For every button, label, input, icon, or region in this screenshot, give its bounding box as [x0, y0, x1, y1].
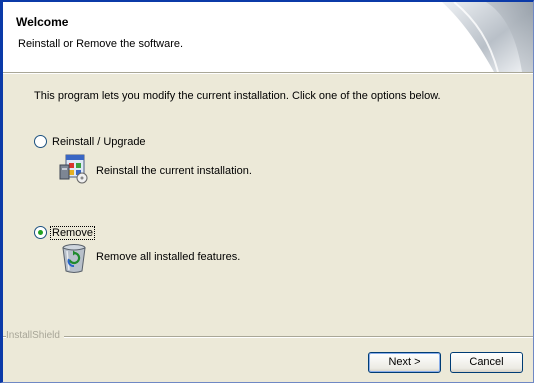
- reinstall-description: Reinstall the current installation.: [96, 165, 252, 177]
- dialog-header: Welcome Reinstall or Remove the software…: [3, 2, 533, 73]
- remove-label[interactable]: Remove: [50, 225, 95, 240]
- installshield-label: InstallShield: [6, 330, 64, 341]
- next-button[interactable]: Next >: [368, 352, 441, 373]
- page-curl-graphic: [442, 2, 533, 72]
- remove-option[interactable]: Remove: [34, 225, 95, 240]
- remove-radio-button[interactable]: [34, 226, 47, 239]
- reinstall-program-icon: [59, 154, 88, 184]
- separator-rule: [3, 336, 533, 338]
- remove-description: Remove all installed features.: [96, 251, 241, 263]
- recycle-bin-icon: [62, 244, 86, 273]
- reinstall-radio-button[interactable]: [34, 135, 47, 148]
- reinstall-upgrade-option[interactable]: Reinstall / Upgrade: [34, 135, 147, 148]
- installshield-dialog: Welcome Reinstall or Remove the software…: [0, 0, 534, 383]
- reinstall-upgrade-label[interactable]: Reinstall / Upgrade: [51, 136, 147, 148]
- cancel-button[interactable]: Cancel: [450, 352, 523, 373]
- installshield-brand-line: InstallShield: [3, 330, 533, 342]
- header-subtitle: Reinstall or Remove the software.: [18, 38, 184, 50]
- header-title: Welcome: [16, 15, 69, 29]
- intro-text: This program lets you modify the current…: [34, 90, 441, 102]
